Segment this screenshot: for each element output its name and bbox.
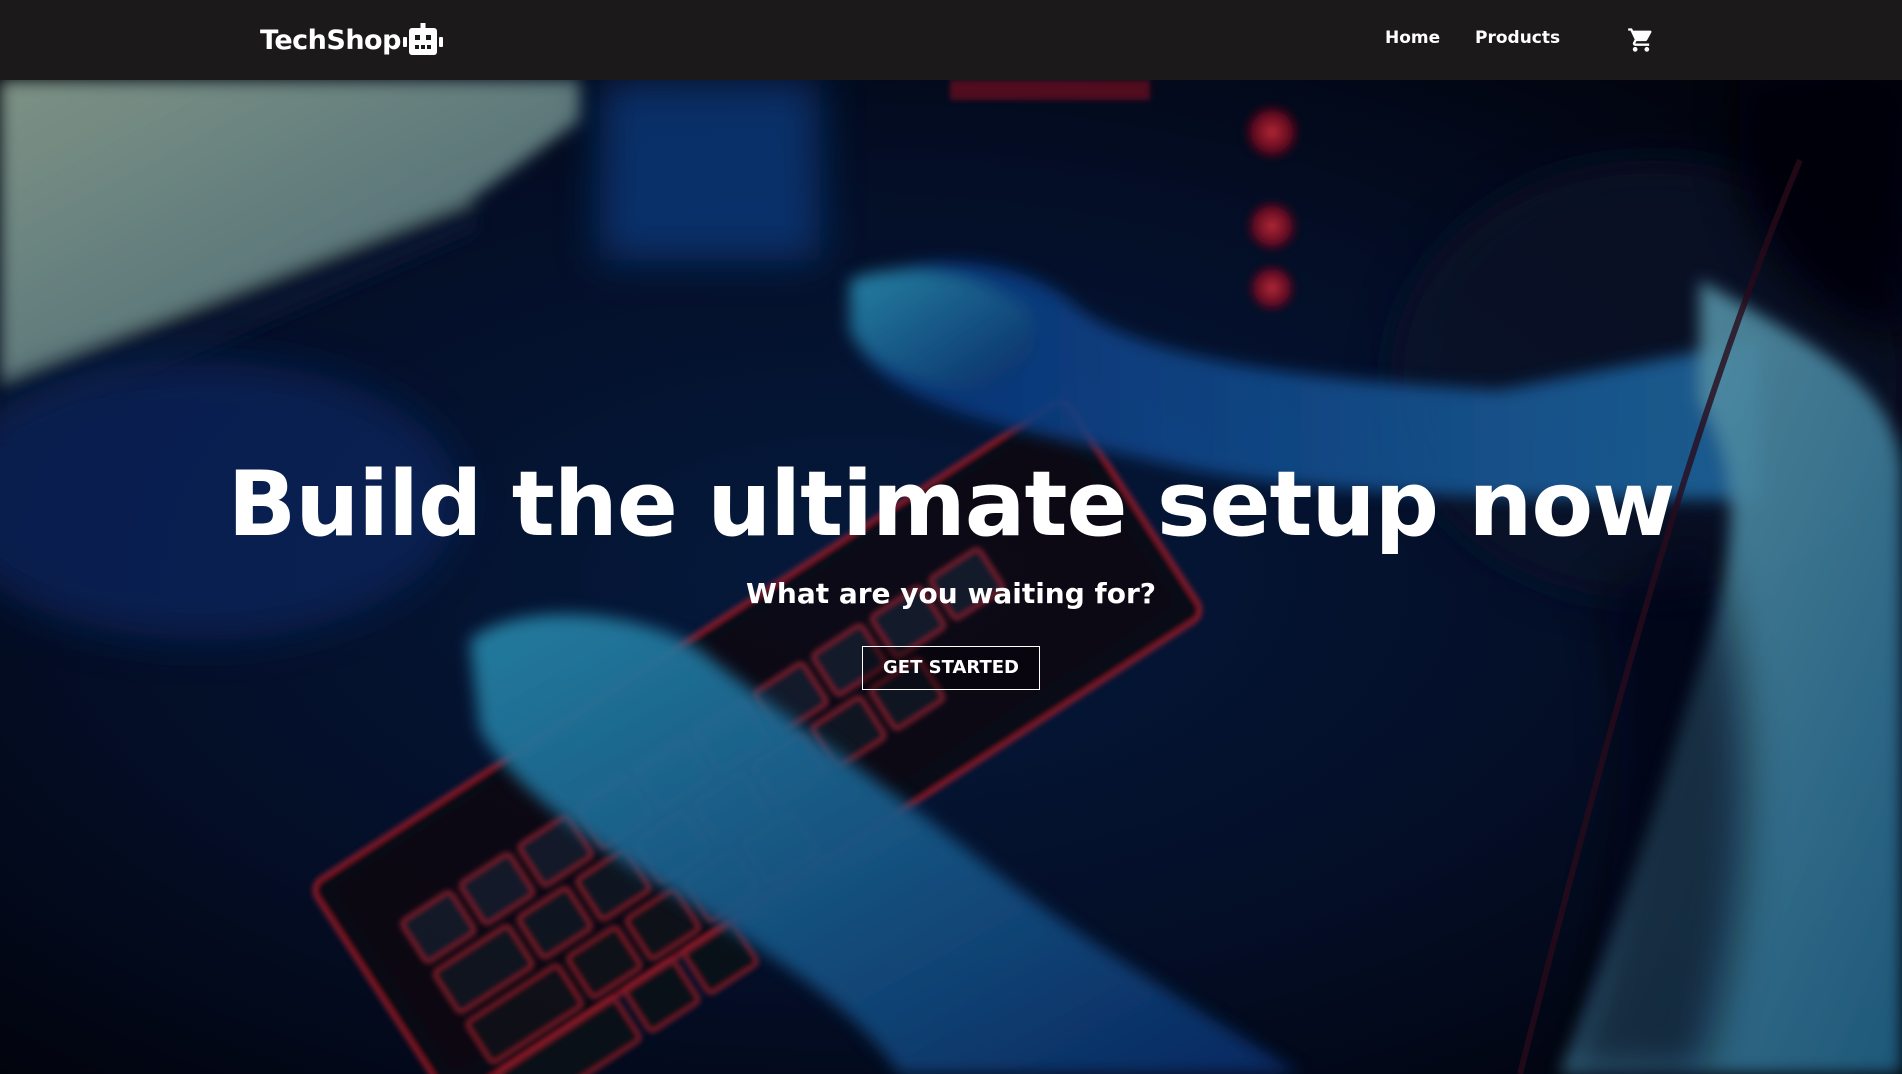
brand-logo[interactable]: TechShop [260,20,443,60]
hero-title: Build the ultimate setup now [227,452,1676,557]
cart-icon [1628,28,1652,52]
get-started-button[interactable]: GET STARTED [862,646,1040,690]
hero-subtitle: What are you waiting for? [746,577,1156,610]
nav-products-link[interactable]: Products [1475,28,1560,48]
nav-home-link[interactable]: Home [1385,28,1440,48]
brand-name: TechShop [260,24,401,56]
robot-icon [402,23,443,55]
hero-section: Build the ultimate setup now What are yo… [0,80,1902,1074]
hero-content: Build the ultimate setup now What are yo… [0,450,1902,690]
navbar: TechShop Home Products [0,0,1902,80]
